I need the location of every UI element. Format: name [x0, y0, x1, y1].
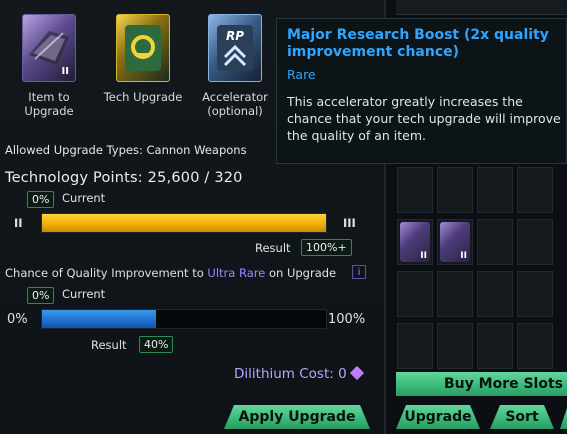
accelerator-icon-text: RP	[225, 29, 245, 43]
tech-upgrade-label: Tech Upgrade	[103, 90, 183, 104]
item-slot-group: II Item to Upgrade	[14, 14, 84, 118]
inventory-slot[interactable]	[477, 323, 513, 369]
quality-current-badge: 0%	[27, 287, 55, 304]
inventory-slot[interactable]	[437, 323, 473, 369]
accelerator-label: Accelerator (optional)	[202, 90, 268, 118]
tp-current-label: Current	[62, 191, 106, 205]
dilithium-cost-label: Dilithium Cost: 0	[234, 366, 347, 382]
inventory-slot[interactable]	[517, 271, 553, 317]
info-icon: i	[357, 267, 361, 278]
dilithium-icon	[349, 365, 365, 381]
inventory-item-tier: II	[420, 251, 427, 261]
tooltip-rarity: Rare	[287, 67, 316, 82]
inventory-slot[interactable]	[397, 271, 433, 317]
allowed-upgrade-types: Allowed Upgrade Types: Cannon Weapons	[5, 143, 247, 157]
tp-result-badge: 100%+	[301, 239, 352, 256]
inventory-slot[interactable]	[517, 219, 553, 265]
buy-more-slots-button[interactable]: Buy More Slots	[396, 372, 567, 396]
quality-result-label: Result	[91, 338, 127, 352]
apply-upgrade-button[interactable]: Apply Upgrade	[224, 405, 370, 429]
item-to-upgrade-slot[interactable]: II	[22, 14, 76, 82]
info-button[interactable]: i	[352, 265, 366, 279]
tooltip-title: Major Research Boost (2x quality improve…	[287, 27, 549, 60]
item-to-upgrade-label: Item to Upgrade	[24, 90, 74, 118]
quality-text-prefix: Chance of Quality Improvement to	[5, 266, 208, 280]
inventory-slot[interactable]	[477, 271, 513, 317]
inventory-slot[interactable]: II	[437, 219, 473, 265]
inventory-slot[interactable]	[437, 167, 473, 213]
inventory-slot[interactable]: II	[397, 219, 433, 265]
tp-right-tier: III	[343, 216, 356, 230]
tech-upgrade-icon	[125, 25, 161, 71]
more-button[interactable]	[560, 405, 567, 429]
tech-upgrade-slot[interactable]	[116, 14, 170, 82]
quality-chance-bar	[41, 309, 327, 329]
accelerator-tooltip: Major Research Boost (2x quality improve…	[276, 18, 567, 164]
inventory-slot[interactable]	[517, 167, 553, 213]
inventory-slot[interactable]	[517, 323, 553, 369]
inventory-slot[interactable]	[437, 271, 473, 317]
inventory-item[interactable]: II	[400, 222, 430, 262]
inventory-top-strip	[396, 0, 567, 15]
ultra-rare-label: Ultra Rare	[207, 266, 266, 280]
inventory-item-tier: II	[460, 251, 467, 261]
accelerator-slot-group: RP Accelerator (optional)	[196, 14, 274, 118]
technology-points: Technology Points: 25,600 / 320	[5, 170, 243, 186]
tp-left-tier: II	[14, 216, 23, 230]
tier-label: II	[61, 66, 69, 77]
inventory-slot[interactable]	[477, 219, 513, 265]
accelerator-slot[interactable]: RP	[208, 14, 262, 82]
dilithium-cost: Dilithium Cost: 0	[234, 365, 365, 382]
technology-points-fill	[42, 214, 326, 232]
tech-upgrade-slot-group: Tech Upgrade	[100, 14, 186, 104]
quality-right-pct: 100%	[328, 312, 366, 327]
quality-left-pct: 0%	[7, 312, 28, 327]
tooltip-description: This accelerator greatly increases the c…	[287, 94, 561, 143]
quality-text-suffix: on Upgrade	[265, 266, 337, 280]
quality-current-label: Current	[62, 287, 106, 301]
accelerator-icon	[217, 25, 253, 71]
inventory-slot[interactable]	[397, 323, 433, 369]
tp-current-badge: 0%	[27, 191, 55, 208]
inventory-slot[interactable]	[477, 167, 513, 213]
technology-points-bar	[41, 213, 327, 233]
inventory-upgrade-button[interactable]: Upgrade	[396, 405, 480, 429]
sort-button[interactable]: Sort	[490, 405, 554, 429]
quality-chance-fill	[42, 310, 156, 328]
inventory-item[interactable]: II	[440, 222, 470, 262]
quality-chance-text: Chance of Quality Improvement to Ultra R…	[5, 266, 336, 280]
quality-result-badge: 40%	[139, 336, 174, 353]
tp-result-label: Result	[255, 241, 291, 255]
inventory-slot[interactable]	[397, 167, 433, 213]
